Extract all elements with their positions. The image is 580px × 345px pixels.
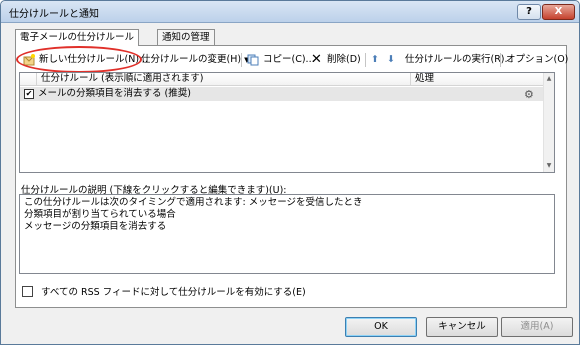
scroll-down-icon[interactable]: ▼ — [545, 161, 553, 171]
column-header-action[interactable]: 処理 — [411, 73, 544, 86]
arrow-down-icon: ⬇ — [387, 54, 395, 65]
window-title: 仕分けルールと通知 — [9, 9, 99, 20]
cancel-button[interactable]: キャンセル — [426, 317, 498, 337]
toolbar-separator — [241, 53, 242, 67]
move-up-button[interactable]: ⬆ — [371, 50, 379, 70]
change-rule-label: 仕分けルールの変更(H) — [141, 54, 242, 65]
close-button[interactable]: X — [542, 4, 575, 20]
enable-rss-option[interactable]: すべての RSS フィードに対して仕分けルールを有効にする(E) — [22, 284, 306, 298]
run-rules-button[interactable]: 仕分けルールの実行(R)... — [405, 50, 514, 70]
list-header: 仕分けルール (表示順に適用されます) 処理 — [20, 73, 544, 86]
run-rules-label: 仕分けルールの実行(R)... — [405, 54, 514, 65]
delete-label: 削除(D) — [327, 54, 361, 65]
arrow-up-icon: ⬆ — [371, 54, 379, 65]
enable-rss-checkbox[interactable] — [22, 286, 33, 297]
enable-rss-label: すべての RSS フィードに対して仕分けルールを有効にする(E) — [41, 287, 306, 298]
copy-label: コピー(C)... — [263, 54, 315, 65]
toolbar-separator — [500, 53, 501, 67]
rule-enabled-checkbox[interactable]: ✔ — [24, 89, 34, 99]
change-rule-button[interactable]: 仕分けルールの変更(H) ▼ — [141, 50, 249, 70]
copy-rule-button[interactable]: コピー(C)... — [245, 50, 315, 70]
tab-email-rules[interactable]: 電子メールの仕分けルール — [15, 29, 140, 46]
delete-rule-button[interactable]: ✕ 削除(D) — [309, 50, 361, 70]
title-bar: 仕分けルールと通知 ? X — [1, 1, 579, 23]
toolbar-separator — [365, 53, 366, 67]
ok-button[interactable]: OK — [345, 317, 417, 337]
options-button[interactable]: オプション(O) — [506, 50, 568, 70]
rules-and-alerts-dialog: 仕分けルールと通知 ? X 電子メールの仕分けルール 通知の管理 新しい仕分けル… — [0, 0, 580, 345]
tab-manage-alerts[interactable]: 通知の管理 — [157, 29, 215, 45]
description-line: 分類項目が割り当てられている場合 — [24, 209, 176, 220]
column-header-rule[interactable]: 仕分けルール (表示順に適用されます) — [36, 73, 411, 86]
description-line: この仕分けルールは次のタイミングで適用されます: メッセージを受信したとき — [24, 197, 363, 208]
list-item[interactable]: ✔ メールの分類項目を消去する (推奨) ⚙ — [20, 87, 544, 101]
scroll-up-icon[interactable]: ▲ — [545, 74, 553, 84]
annotation-ring — [16, 46, 142, 73]
copy-icon — [247, 54, 259, 66]
move-down-button[interactable]: ⬇ — [387, 50, 395, 70]
delete-icon: ✕ — [311, 52, 322, 67]
rule-name: メールの分類項目を消去する (推奨) — [38, 88, 191, 99]
options-label: オプション(O) — [506, 54, 569, 65]
description-line: メッセージの分類項目を消去する — [24, 221, 167, 232]
rule-action-icon: ⚙ — [524, 88, 534, 101]
apply-button[interactable]: 適用(A) — [501, 317, 573, 337]
rules-list[interactable]: 仕分けルール (表示順に適用されます) 処理 ✔ メールの分類項目を消去する (… — [19, 72, 555, 173]
help-button[interactable]: ? — [517, 4, 541, 20]
list-scrollbar[interactable]: ▲ ▼ — [543, 73, 554, 172]
rule-description-box[interactable]: この仕分けルールは次のタイミングで適用されます: メッセージを受信したとき 分類… — [19, 194, 555, 274]
